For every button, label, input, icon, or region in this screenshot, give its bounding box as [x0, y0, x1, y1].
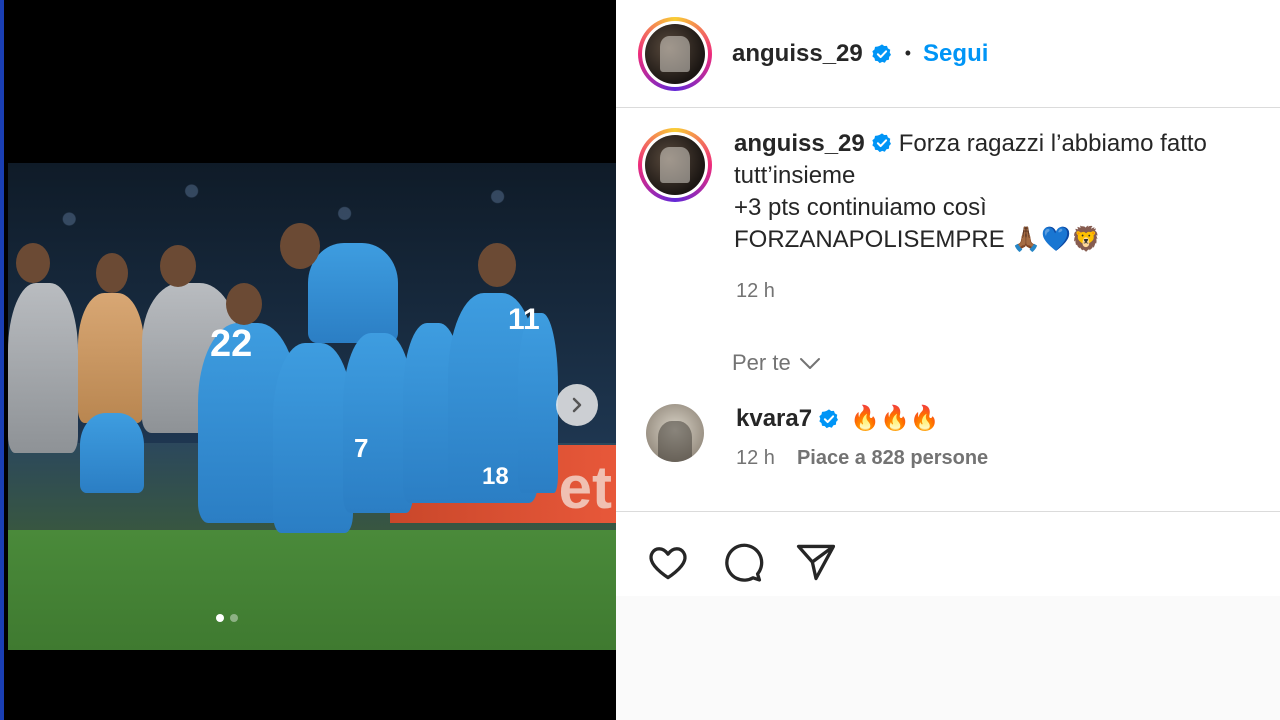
comment-icon[interactable]: [720, 540, 764, 584]
caption-author-avatar[interactable]: [638, 128, 712, 202]
player-head: [280, 223, 320, 269]
caption-text: anguiss_29 Forza ragazzi l’abbiamo fatto …: [734, 128, 1254, 256]
post-photo[interactable]: et 22 7 18 11: [8, 163, 620, 650]
carousel-next-button[interactable]: [556, 384, 598, 426]
carousel-dot: [230, 614, 238, 622]
comment-sort-dropdown[interactable]: Per te: [732, 350, 823, 376]
chevron-down-icon: [799, 358, 820, 369]
caption-line: tutt’insieme: [734, 162, 856, 189]
comment-text: kvara7 🔥🔥🔥: [736, 404, 988, 433]
heart-icon[interactable]: [646, 540, 690, 584]
comment-composer-area: [616, 596, 1280, 720]
caption-timestamp[interactable]: 12 h: [736, 280, 775, 303]
player-head: [226, 283, 262, 325]
jersey-number: 22: [210, 323, 253, 365]
caption-line: Forza ragazzi l’abbiamo fatto: [898, 130, 1207, 157]
player-figure: [273, 343, 353, 533]
caption-line: +3 pts continuiamo così: [734, 194, 987, 221]
player-head: [160, 245, 196, 287]
player-head: [478, 243, 516, 287]
player-head: [96, 253, 128, 293]
header-separator: •: [904, 43, 912, 63]
jersey-number: 7: [354, 433, 369, 463]
shorts: [80, 413, 144, 493]
author-avatar[interactable]: [638, 16, 712, 91]
follow-button[interactable]: Segui: [923, 40, 988, 68]
author-username[interactable]: anguiss_29: [732, 40, 863, 68]
caption: anguiss_29 Forza ragazzi l’abbiamo fatto …: [638, 128, 1254, 256]
media-column: et 22 7 18 11: [0, 0, 620, 720]
send-icon[interactable]: [794, 540, 838, 584]
players-group: 22 7 18 11: [8, 223, 620, 643]
avatar-image: [645, 23, 705, 84]
caption-line: FORZANAPOLISEMPRE 🙏🏾💙🦁: [734, 226, 1102, 253]
caption-username[interactable]: anguiss_29: [734, 130, 865, 157]
avatar-image: [645, 135, 705, 195]
player-figure: [308, 243, 398, 343]
post-actions: [646, 540, 838, 584]
verified-badge-icon: [872, 43, 891, 63]
comment-body: 🔥🔥🔥: [850, 405, 940, 432]
player-head: [16, 243, 50, 283]
staff-figure: [8, 283, 78, 453]
comment-meta: 12 h Piace a 828 persone: [736, 447, 988, 470]
chevron-right-icon: [572, 397, 582, 413]
comments-section: anguiss_29 Forza ragazzi l’abbiamo fatto …: [616, 108, 1280, 512]
carousel-dot-active: [216, 614, 224, 622]
jersey-number: 11: [508, 303, 540, 336]
comment-likes[interactable]: Piace a 828 persone: [797, 447, 988, 470]
player-figure: [518, 313, 558, 493]
comment-timestamp[interactable]: 12 h: [736, 447, 775, 470]
comment-item: kvara7 🔥🔥🔥 12 h Piace a 828 persone: [646, 404, 988, 470]
sort-label: Per te: [732, 350, 791, 375]
commenter-username[interactable]: kvara7: [736, 405, 812, 433]
verified-badge-icon: [819, 408, 839, 428]
post-details-panel: anguiss_29 • Segui anguiss_29 Forza ragaz…: [616, 0, 1280, 720]
commenter-avatar[interactable]: [646, 404, 704, 462]
staff-figure: [78, 293, 144, 423]
verified-badge-icon: [872, 133, 891, 152]
carousel-dots: [216, 614, 238, 622]
jersey-number: 18: [482, 463, 509, 490]
post-header: anguiss_29 • Segui: [616, 0, 1280, 108]
